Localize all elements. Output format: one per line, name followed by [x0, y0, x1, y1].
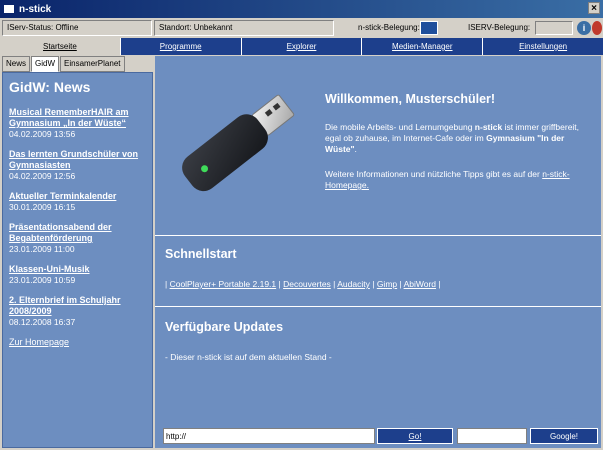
updates-heading: Verfügbare Updates: [165, 320, 284, 334]
iserv-belegung-label: ISERV-Belegung:: [468, 23, 531, 32]
news-item-title[interactable]: Aktueller Terminkalender: [9, 191, 146, 202]
quicklink-audacity[interactable]: Audacity: [337, 279, 370, 289]
news-item-date: 04.02.2009 12:56: [9, 171, 76, 181]
news-item: Aktueller Terminkalender 30.01.2009 16:1…: [9, 191, 146, 212]
welcome-info: Weitere Informationen und nützliche Tipp…: [325, 169, 570, 190]
news-item-title[interactable]: 2. Elternbrief im Schuljahr 2008/2009: [9, 295, 146, 317]
tab-gidw[interactable]: GidW: [31, 56, 60, 72]
news-item-date: 30.01.2009 16:15: [9, 202, 76, 212]
nav-medien-manager[interactable]: Medien-Manager: [362, 38, 484, 55]
news-panel: GidW: News Musical RememberHAIR am Gymna…: [2, 72, 153, 448]
homepage-link[interactable]: Zur Homepage: [9, 337, 146, 347]
go-button[interactable]: Go!: [377, 428, 453, 444]
news-item: 2. Elternbrief im Schuljahr 2008/2009 08…: [9, 295, 146, 327]
welcome-section: Willkommen, Musterschüler! Die mobile Ar…: [155, 56, 601, 236]
news-item-title[interactable]: Klassen-Uni-Musik: [9, 264, 146, 275]
quickstart-heading: Schnellstart: [165, 247, 237, 261]
updates-section: Verfügbare Updates - Dieser n-stick ist …: [155, 308, 601, 418]
news-item-title[interactable]: Das lernten Grundschüler von Gymnasiaste…: [9, 149, 146, 171]
nav-programme[interactable]: Programme: [121, 38, 242, 55]
news-heading: GidW: News: [9, 79, 91, 95]
belegung-indicator: [420, 21, 438, 35]
power-icon[interactable]: [592, 21, 602, 35]
belegung-label: n-stick-Belegung:: [358, 23, 420, 32]
news-tabs: News GidW EinsamerPlanet: [2, 56, 126, 72]
url-input[interactable]: [163, 428, 375, 444]
main-content: Willkommen, Musterschüler! Die mobile Ar…: [155, 56, 601, 448]
serv-status: IServ-Status: Offline: [2, 20, 152, 36]
usb-stick-icon: [182, 94, 295, 192]
news-item-date: 08.12.2008 16:37: [9, 317, 76, 327]
status-bar: IServ-Status: Offline Standort: Unbekann…: [0, 18, 603, 38]
updates-message: - Dieser n-stick ist auf dem aktuellen S…: [165, 352, 332, 362]
main-nav: Startseite Programme Explorer Medien-Man…: [0, 38, 603, 55]
window-title: n-stick: [19, 3, 52, 15]
news-item-title[interactable]: Präsentationsabend der Begabtenförderung: [9, 222, 146, 244]
close-icon[interactable]: ×: [588, 2, 600, 14]
welcome-text: Die mobile Arbeits- und Lernumgebung n-s…: [325, 122, 580, 154]
news-item-date: 23.01.2009 11:00: [9, 244, 75, 254]
news-item-title[interactable]: Musical RememberHAIR am Gymnasium „In de…: [9, 107, 146, 129]
standort: Standort: Unbekannt: [154, 20, 334, 36]
bottom-bar: Go! Google!: [155, 426, 601, 448]
quickstart-section: Schnellstart | CoolPlayer+ Portable 2.19…: [155, 237, 601, 307]
news-item: Das lernten Grundschüler von Gymnasiaste…: [9, 149, 146, 181]
google-button[interactable]: Google!: [530, 428, 598, 444]
iserv-belegung-indicator: [535, 21, 573, 35]
quicklink-gimp[interactable]: Gimp: [377, 279, 397, 289]
title-bar: n-stick ×: [0, 0, 603, 18]
news-item: Präsentationsabend der Begabtenförderung…: [9, 222, 146, 254]
nav-explorer[interactable]: Explorer: [242, 38, 363, 55]
news-item: Musical RememberHAIR am Gymnasium „In de…: [9, 107, 146, 139]
news-item-date: 23.01.2009 10:59: [9, 275, 76, 285]
nav-startseite[interactable]: Startseite: [0, 38, 121, 55]
tab-einsamerplanet[interactable]: EinsamerPlanet: [60, 56, 125, 72]
tab-news[interactable]: News: [2, 56, 31, 72]
quicklink-coolplayer[interactable]: CoolPlayer+ Portable 2.19.1: [170, 279, 277, 289]
quicklink-abiword[interactable]: AbiWord: [404, 279, 436, 289]
quickstart-links: | CoolPlayer+ Portable 2.19.1 | Decouver…: [165, 279, 441, 289]
news-item: Klassen-Uni-Musik 23.01.2009 10:59: [9, 264, 146, 285]
app-icon: [3, 4, 15, 14]
info-icon[interactable]: i: [577, 21, 591, 35]
search-input[interactable]: [457, 428, 527, 444]
news-item-date: 04.02.2009 13:56: [9, 129, 76, 139]
welcome-heading: Willkommen, Musterschüler!: [325, 92, 496, 106]
nav-einstellungen[interactable]: Einstellungen: [483, 38, 603, 55]
quicklink-decouvertes[interactable]: Decouvertes: [283, 279, 331, 289]
